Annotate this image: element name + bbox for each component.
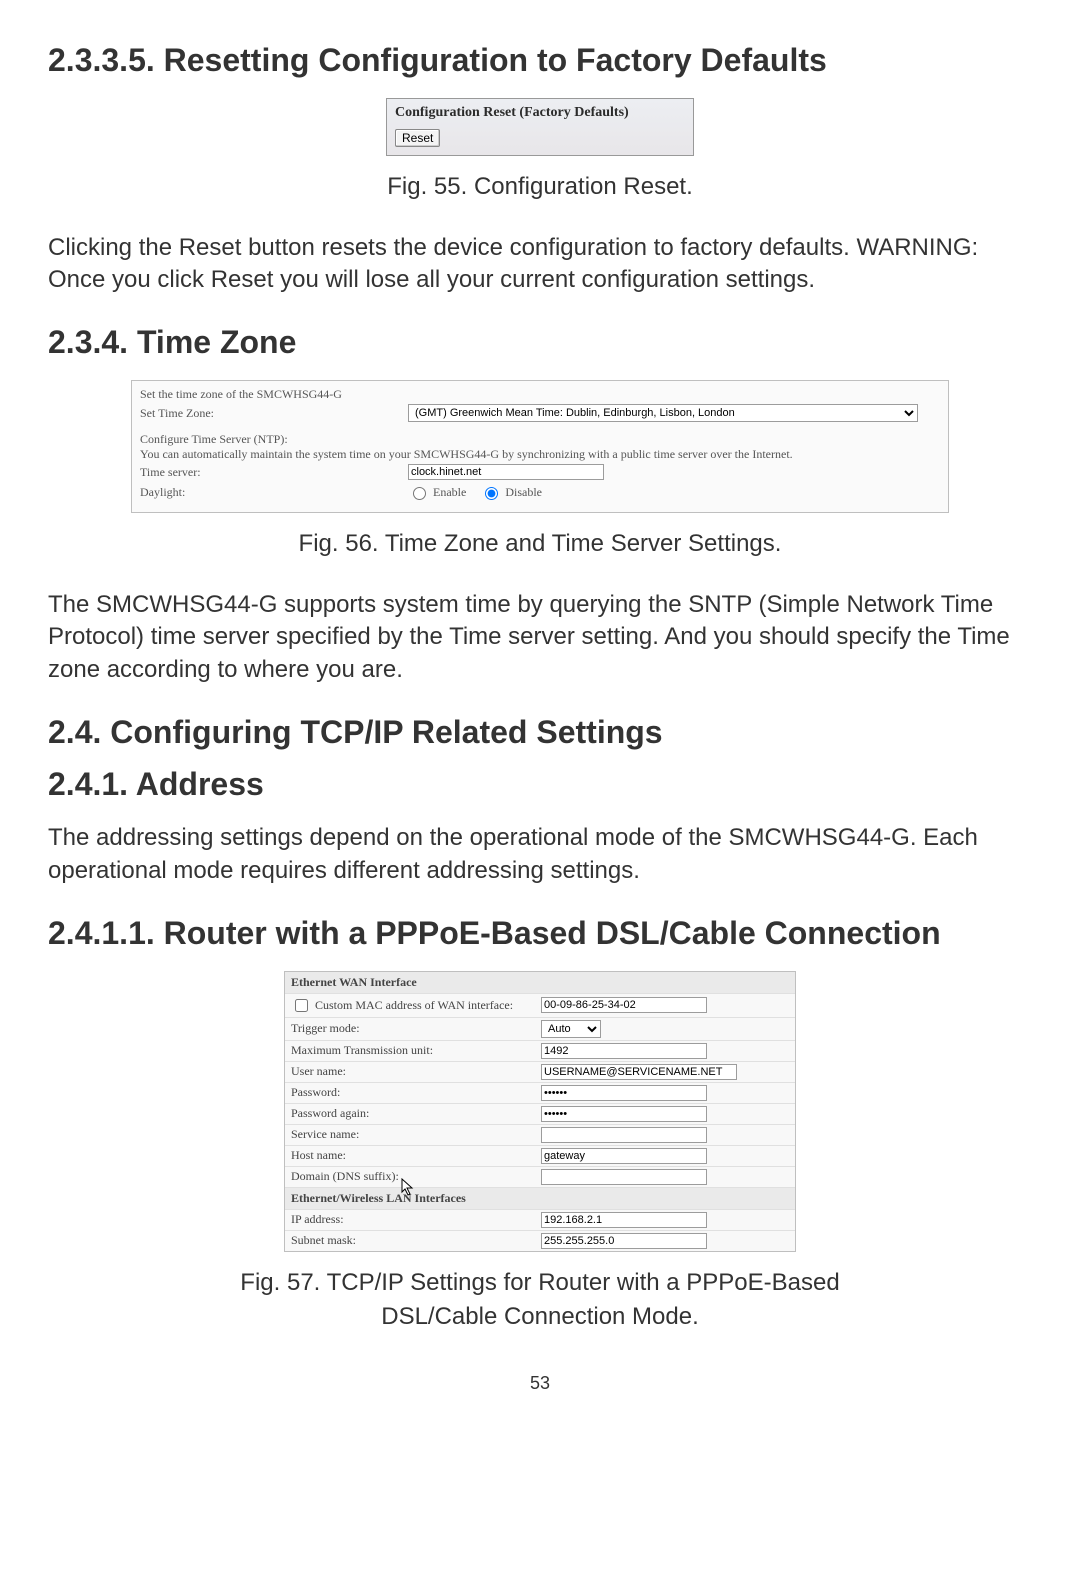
paragraph-address: The addressing settings depend on the op… bbox=[48, 822, 1032, 887]
config-reset-panel: Configuration Reset (Factory Defaults) R… bbox=[386, 98, 694, 156]
time-server-label: Time server: bbox=[140, 465, 408, 480]
paragraph-timezone: The SMCWHSG44-G supports system time by … bbox=[48, 589, 1032, 686]
heading-2-3-3-5: 2.3.3.5. Resetting Configuration to Fact… bbox=[48, 40, 1032, 80]
figure-55: Configuration Reset (Factory Defaults) R… bbox=[48, 98, 1032, 204]
password-again-label: Password again: bbox=[291, 1106, 541, 1121]
service-name-label: Service name: bbox=[291, 1127, 541, 1142]
dns-suffix-label: Domain (DNS suffix): bbox=[291, 1169, 541, 1184]
password-input[interactable] bbox=[541, 1085, 707, 1101]
mtu-input[interactable] bbox=[541, 1043, 707, 1059]
subnet-mask-input[interactable] bbox=[541, 1233, 707, 1249]
dns-suffix-input[interactable] bbox=[541, 1169, 707, 1185]
reset-button[interactable]: Reset bbox=[395, 129, 440, 147]
subnet-mask-label: Subnet mask: bbox=[291, 1233, 541, 1248]
figure-56-caption: Fig. 56. Time Zone and Time Server Setti… bbox=[48, 527, 1032, 561]
figure-57-caption: Fig. 57. TCP/IP Settings for Router with… bbox=[48, 1266, 1032, 1333]
ntp-note: You can automatically maintain the syste… bbox=[140, 447, 940, 462]
time-server-input[interactable] bbox=[408, 464, 604, 480]
password-label: Password: bbox=[291, 1085, 541, 1100]
set-timezone-label: Set Time Zone: bbox=[140, 406, 408, 421]
daylight-enable-text: Enable bbox=[433, 485, 466, 500]
daylight-enable-radio[interactable] bbox=[413, 487, 426, 500]
heading-2-3-4: 2.3.4. Time Zone bbox=[48, 322, 1032, 362]
figure-57-panel: Ethernet WAN Interface Custom MAC addres… bbox=[284, 971, 796, 1252]
timezone-select[interactable]: (GMT) Greenwich Mean Time: Dublin, Edinb… bbox=[408, 404, 918, 422]
custom-mac-checkbox[interactable] bbox=[295, 999, 308, 1012]
figure-55-caption: Fig. 55. Configuration Reset. bbox=[48, 170, 1032, 204]
figure-56-panel: Set the time zone of the SMCWHSG44-G Set… bbox=[131, 380, 949, 513]
username-input[interactable] bbox=[541, 1064, 737, 1080]
lan-interface-header: Ethernet/Wireless LAN Interfaces bbox=[285, 1187, 795, 1209]
daylight-disable-text: Disable bbox=[505, 485, 542, 500]
page-number: 53 bbox=[48, 1373, 1032, 1394]
ip-address-input[interactable] bbox=[541, 1212, 707, 1228]
wan-interface-header: Ethernet WAN Interface bbox=[285, 972, 795, 993]
figure-56-intro: Set the time zone of the SMCWHSG44-G bbox=[140, 387, 940, 402]
daylight-label: Daylight: bbox=[140, 485, 408, 500]
mtu-label: Maximum Transmission unit: bbox=[291, 1043, 541, 1058]
service-name-input[interactable] bbox=[541, 1127, 707, 1143]
ip-address-label: IP address: bbox=[291, 1212, 541, 1227]
custom-mac-label: Custom MAC address of WAN interface: bbox=[315, 998, 513, 1013]
host-name-input[interactable] bbox=[541, 1148, 707, 1164]
trigger-mode-label: Trigger mode: bbox=[291, 1021, 541, 1036]
document-page: 2.3.3.5. Resetting Configuration to Fact… bbox=[0, 0, 1080, 1434]
heading-2-4-1-1: 2.4.1.1. Router with a PPPoE-Based DSL/C… bbox=[48, 913, 1032, 953]
ntp-heading: Configure Time Server (NTP): bbox=[140, 432, 940, 447]
daylight-disable-option[interactable]: Disable bbox=[480, 484, 542, 500]
trigger-mode-select[interactable]: Auto bbox=[541, 1020, 601, 1038]
paragraph-reset-warning: Clicking the Reset button resets the dev… bbox=[48, 232, 1032, 297]
host-name-label: Host name: bbox=[291, 1148, 541, 1163]
custom-mac-input[interactable] bbox=[541, 997, 707, 1013]
password-again-input[interactable] bbox=[541, 1106, 707, 1122]
daylight-enable-option[interactable]: Enable bbox=[408, 484, 466, 500]
username-label: User name: bbox=[291, 1064, 541, 1079]
heading-2-4: 2.4. Configuring TCP/IP Related Settings bbox=[48, 712, 1032, 752]
heading-2-4-1: 2.4.1. Address bbox=[48, 764, 1032, 804]
config-reset-title: Configuration Reset (Factory Defaults) bbox=[395, 105, 685, 121]
daylight-disable-radio[interactable] bbox=[485, 487, 498, 500]
